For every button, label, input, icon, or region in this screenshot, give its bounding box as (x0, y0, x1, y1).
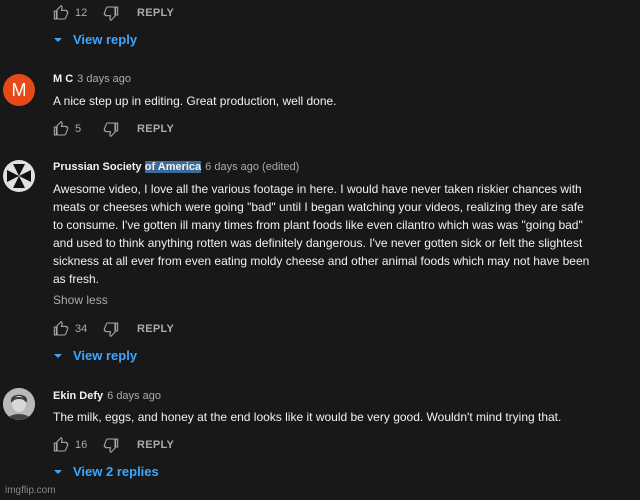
selected-text: of America (144, 161, 202, 173)
comment-line: and used to think anything rotten was de… (53, 236, 583, 250)
timestamp[interactable]: 6 days ago (107, 390, 161, 402)
reply-button[interactable]: REPLY (137, 123, 174, 135)
thumbs-down-icon[interactable] (103, 121, 119, 137)
comment-header: M C 3 days ago (53, 73, 131, 85)
comment-text: Awesome video, I love all the various fo… (53, 180, 633, 288)
view-replies-label: View 2 replies (73, 464, 159, 479)
like-count: 5 (75, 123, 82, 135)
view-replies-label: View reply (73, 32, 138, 47)
comment-header: Prussian Society of America 6 days ago (e… (53, 161, 299, 173)
comment-header: Ekin Defy 6 days ago (53, 390, 161, 402)
thumbs-up-icon[interactable] (53, 437, 69, 453)
author-name[interactable]: M C (53, 73, 73, 85)
view-replies-button[interactable]: View 2 replies (53, 464, 159, 479)
chevron-down-icon (54, 37, 62, 42)
chevron-down-icon (54, 469, 62, 474)
view-replies-label: View reply (73, 348, 138, 363)
avatar[interactable]: M (3, 74, 35, 106)
author-name[interactable]: Prussian Society of America (53, 161, 202, 173)
like-count: 12 (75, 7, 88, 19)
like-count: 16 (75, 439, 88, 451)
comment-text: The milk, eggs, and honey at the end loo… (53, 410, 562, 424)
author-name-prefix: Prussian Society (53, 161, 145, 173)
comment-actions: 16 REPLY (53, 435, 174, 455)
watermark: imgflip.com (5, 485, 56, 496)
comment-line: sickness at all ever from even eating mo… (53, 254, 590, 268)
chevron-down-icon (54, 353, 62, 358)
comment-line: to consume. I've gotten ill many times f… (53, 218, 583, 232)
avatar[interactable] (3, 160, 35, 192)
thumbs-down-icon[interactable] (103, 437, 119, 453)
thumbs-down-icon[interactable] (103, 321, 119, 337)
view-replies-button[interactable]: View reply (53, 32, 137, 47)
thumbs-up-icon[interactable] (53, 321, 69, 337)
show-less-button[interactable]: Show less (53, 293, 108, 307)
avatar-letter: M (11, 80, 27, 100)
thumbs-down-icon[interactable] (103, 5, 119, 21)
thumbs-up-icon[interactable] (53, 5, 69, 21)
reply-button[interactable]: REPLY (137, 323, 174, 335)
reply-button[interactable]: REPLY (137, 7, 174, 19)
comment-actions: 12 REPLY (53, 3, 174, 23)
like-count: 34 (75, 323, 88, 335)
comment-text: A nice step up in editing. Great product… (53, 94, 337, 108)
view-replies-button[interactable]: View reply (53, 348, 137, 363)
timestamp[interactable]: 6 days ago (edited) (205, 161, 299, 173)
iron-cross-icon (7, 164, 31, 188)
user-photo-avatar (3, 388, 35, 420)
comment-line: Awesome video, I love all the various fo… (53, 182, 582, 196)
comment-line: meats or cheeses which were going "bad" … (53, 200, 584, 214)
author-name[interactable]: Ekin Defy (53, 390, 103, 402)
comment-line: as fresh. (53, 272, 100, 286)
reply-button[interactable]: REPLY (137, 439, 174, 451)
timestamp[interactable]: 3 days ago (77, 73, 131, 85)
thumbs-up-icon[interactable] (53, 121, 69, 137)
comment-actions: 34 REPLY (53, 319, 174, 339)
comment-actions: 5 REPLY (53, 119, 174, 139)
avatar[interactable] (3, 388, 35, 420)
